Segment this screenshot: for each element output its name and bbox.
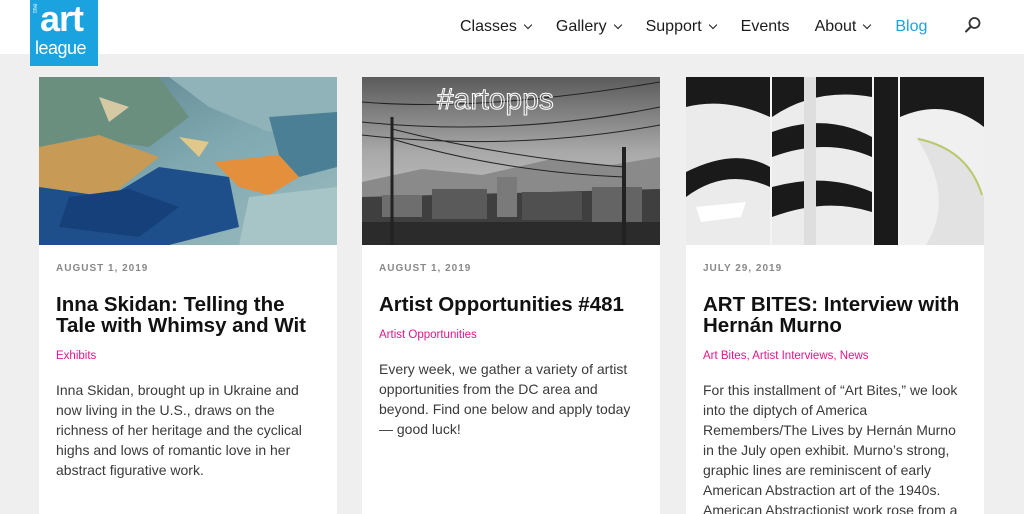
nav-item-events[interactable]: Events [741,16,790,38]
nav-item-blog[interactable]: Blog [895,16,927,38]
post-excerpt: For this installment of “Art Bites,” we … [703,382,958,514]
nav-label: Gallery [555,18,607,35]
chevron-down-icon [613,20,622,30]
post-excerpt: Every week, we gather a variety of artis… [379,361,631,437]
post-image-diptych-artwork[interactable] [686,77,984,245]
post-card[interactable]: AUGUST 1, 2019 Inna Skidan: Telling the … [39,77,337,514]
nav-label: Classes [460,18,517,35]
nav-item-gallery[interactable]: Gallery [555,16,622,38]
abstract-painting-image [39,77,337,245]
post-image-abstract-painting[interactable] [39,77,337,245]
city-photo-image: #artopps [362,77,660,245]
main-nav: Classes Gallery Support Events About Blo… [460,16,952,38]
nav-label: Blog [895,18,928,35]
logo-small-text: the [33,3,39,13]
post-excerpt: Inna Skidan, brought up in Ukraine and n… [56,382,302,478]
image-overlay-text: #artopps [437,83,554,116]
site-logo[interactable]: the art league [30,0,98,66]
post-card[interactable]: #artopps AUGUST 1, 2019 Artist Opportuni… [362,77,660,514]
post-title[interactable]: Inna Skidan: Telling the Tale with Whims… [56,294,320,336]
chevron-down-icon [863,20,872,30]
chevron-down-icon [523,20,533,30]
post-card[interactable]: JULY 29, 2019 ART BITES: Interview with … [686,77,984,514]
post-date: JULY 29, 2019 [703,263,783,274]
site-header: the art league Classes Gallery Support E… [0,0,1024,66]
chevron-down-icon [708,20,717,30]
nav-label: Support [645,18,702,35]
logo-word-league: league [35,38,87,58]
logo-word-art: art [40,0,84,39]
post-image-city-photo[interactable]: #artopps [362,77,660,245]
post-title[interactable]: ART BITES: Interview with Hernán Murno [703,294,967,336]
nav-item-classes[interactable]: Classes [460,16,533,38]
search-icon[interactable] [964,16,982,34]
nav-label: About [814,18,857,35]
post-categories[interactable]: Art Bites, Artist Interviews, News [703,350,967,362]
post-categories[interactable]: Exhibits [56,350,320,362]
nav-label: Events [740,18,790,35]
nav-item-about[interactable]: About [814,16,872,38]
post-title[interactable]: Artist Opportunities #481 [379,294,643,315]
post-date: AUGUST 1, 2019 [379,263,472,274]
nav-item-support[interactable]: Support [645,16,717,38]
post-date: AUGUST 1, 2019 [56,263,149,274]
diptych-artwork-image [686,77,984,245]
post-categories[interactable]: Artist Opportunities [379,329,643,341]
